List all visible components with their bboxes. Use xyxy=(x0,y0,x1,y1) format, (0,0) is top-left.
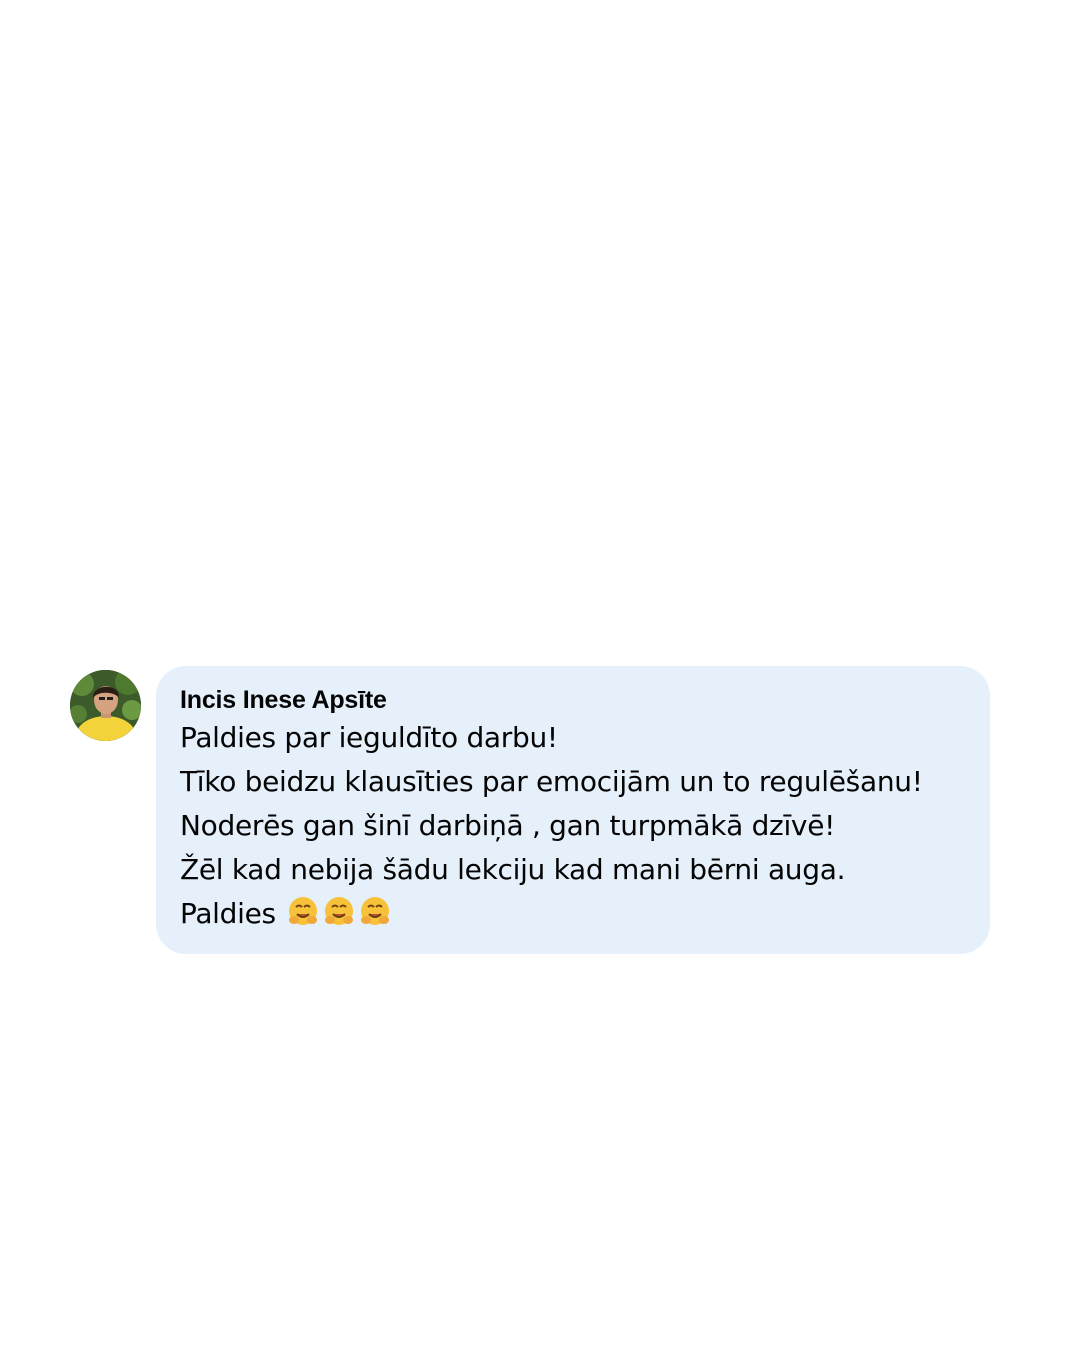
comment-line-5-text: Paldies xyxy=(180,897,276,930)
comment-author[interactable]: Incis Inese Apsīte xyxy=(180,684,970,716)
comment-line-2: Tīko beidzu klausīties par emocijām un t… xyxy=(180,765,923,798)
comment-line-4: Žēl kad nebija šādu lekciju kad mani bēr… xyxy=(180,853,846,886)
hugging-face-emoji-icon xyxy=(325,897,354,925)
hugging-face-emoji-icon xyxy=(361,897,390,925)
hugging-face-emoji-icon xyxy=(289,897,318,925)
profile-photo-avatar-icon xyxy=(70,670,141,741)
comment-actions-cropped xyxy=(180,962,740,968)
comment-line-3: Noderēs gan šinī darbiņā , gan turpmākā … xyxy=(180,809,836,842)
avatar[interactable] xyxy=(70,670,141,741)
comment-bubble: Incis Inese Apsīte Paldies par ieguldīto… xyxy=(156,666,990,954)
comment-line-1: Paldies par ieguldīto darbu! xyxy=(180,721,558,754)
comment-line-5: Paldies xyxy=(180,892,970,936)
